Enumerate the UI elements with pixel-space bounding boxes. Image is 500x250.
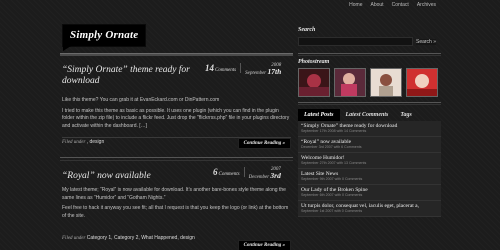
continue-reading-button[interactable]: Continue Reading » bbox=[237, 138, 291, 149]
nav-home[interactable]: Home bbox=[345, 2, 366, 8]
photo-thumbnail[interactable] bbox=[334, 68, 366, 97]
list-item[interactable]: “Royal” now available December 3rd 2007 … bbox=[298, 137, 441, 153]
photostream-heading: Photostream bbox=[298, 59, 330, 65]
nav-archives[interactable]: Archives bbox=[413, 2, 440, 8]
search-button[interactable]: Search » bbox=[416, 38, 437, 45]
list-item[interactable]: “Simply Ornate” theme ready for download… bbox=[298, 121, 441, 137]
sidebar: Search Search » Photostream Latest Posts… bbox=[298, 27, 441, 217]
post-title[interactable]: “Simply Ornate” theme ready for download bbox=[62, 65, 202, 87]
post-excerpt: Like this theme? You can grab it at Evan… bbox=[62, 97, 290, 129]
comments-count[interactable]: 6 Comments bbox=[213, 167, 245, 177]
comments-count[interactable]: 14 Comments bbox=[205, 63, 242, 73]
post-date: 2007 December 3rd bbox=[248, 167, 281, 180]
header-divider bbox=[60, 53, 293, 56]
post-divider bbox=[60, 157, 293, 161]
post-date: 2008 September 17th bbox=[245, 63, 282, 76]
post-title[interactable]: “Royal” now available bbox=[62, 171, 202, 182]
filed-under: Filed under , design bbox=[62, 139, 105, 145]
post-excerpt: My latest theme; “Royal” is now availabl… bbox=[62, 187, 289, 219]
nav-about[interactable]: About bbox=[367, 2, 388, 8]
latest-posts-list: “Simply Ornate” theme ready for download… bbox=[298, 121, 441, 217]
list-item[interactable]: Welcome Humidor! September 27th 2007 wit… bbox=[298, 153, 441, 169]
list-item[interactable]: Latest Site News September 9th 2007 with… bbox=[298, 169, 441, 185]
site-logo[interactable]: Simply Ornate bbox=[63, 25, 146, 51]
filed-under: Filed under Category 1, Category 2, What… bbox=[62, 235, 195, 241]
photo-thumbnail[interactable] bbox=[298, 68, 330, 97]
continue-reading-button[interactable]: Continue Reading » bbox=[237, 240, 291, 250]
post-footer: Filed under , design Continue Reading » bbox=[62, 137, 291, 149]
list-item[interactable]: Ut turpis dolor, consequat vel, iaculis … bbox=[298, 201, 441, 217]
search-input[interactable] bbox=[298, 37, 413, 46]
photo-thumbnail[interactable] bbox=[370, 68, 402, 97]
tab-latest-comments[interactable]: Latest Comments bbox=[340, 109, 395, 121]
nav-contact[interactable]: Contact bbox=[388, 2, 413, 8]
sidebar-tabs: Latest Posts Latest Comments Tags bbox=[298, 108, 441, 121]
site-title: Simply Ornate bbox=[70, 29, 139, 41]
top-nav: Home About Contact Archives bbox=[345, 2, 440, 8]
tab-latest-posts[interactable]: Latest Posts bbox=[298, 108, 340, 121]
tab-tags[interactable]: Tags bbox=[394, 109, 417, 121]
sidebar-divider bbox=[298, 102, 441, 105]
list-item[interactable]: Our Lady of the Broken Spine September 6… bbox=[298, 185, 441, 201]
post-footer: Filed under Category 1, Category 2, What… bbox=[62, 235, 291, 250]
photostream bbox=[298, 68, 441, 97]
search-row: Search » bbox=[298, 37, 441, 46]
search-heading: Search bbox=[298, 27, 316, 33]
sidebar-divider bbox=[298, 53, 441, 56]
photo-thumbnail[interactable] bbox=[406, 68, 438, 97]
